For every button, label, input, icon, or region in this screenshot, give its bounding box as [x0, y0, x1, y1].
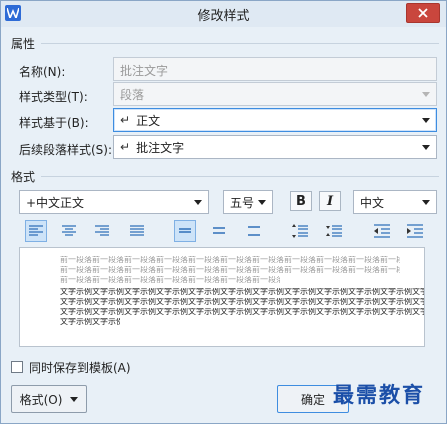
format-menu-button[interactable]: 格式(O) — [11, 385, 87, 413]
format-section-label: 格式 — [11, 170, 36, 184]
close-button[interactable] — [406, 3, 440, 23]
paragraph-spacing-decrease-icon — [326, 225, 342, 237]
preview-sample-text: 文字示例文字示例文字示例文字示例文字示例文字示例文字示例文字示例文字示例文字示例… — [60, 308, 424, 316]
based-on-label: 样式基于(B): — [19, 116, 89, 130]
font-size-value: 五号 — [230, 195, 255, 210]
script-value: 中文 — [360, 195, 385, 210]
paragraph-spacing-increase-icon — [292, 224, 308, 238]
preview-sample-text: 文字示例文字示例文字示例文字示例文字示例文字示例文字示例文字示例文字示例文字示例… — [60, 298, 424, 306]
next-style-label: 后续段落样式(S): — [19, 143, 113, 157]
chevron-down-icon — [258, 200, 266, 205]
save-to-template-checkbox[interactable] — [11, 361, 23, 373]
ok-label: 确定 — [300, 392, 325, 407]
preview-sample-text: 文字示例文字示例文字示例文字示例文字示例文字示例文字示例文字示例文字示例文字示例… — [60, 318, 120, 326]
paragraph-return-icon: ↵ — [120, 140, 131, 154]
align-center-icon — [62, 225, 76, 236]
style-type-label: 样式类型(T): — [19, 90, 88, 104]
single-spacing-button[interactable] — [174, 220, 196, 242]
italic-button[interactable]: I — [319, 191, 341, 211]
chevron-down-icon — [70, 396, 79, 402]
increase-indent-button[interactable] — [404, 220, 426, 242]
preview-previous-paragraph: 前一段落前一段落前一段落前一段落前一段落前一段落前一段落前一段落前一段落前一段落… — [60, 256, 400, 264]
decrease-paragraph-spacing-button[interactable] — [323, 220, 345, 242]
align-center-button[interactable] — [58, 220, 80, 242]
one-half-spacing-button[interactable] — [208, 220, 230, 242]
decrease-indent-icon — [374, 224, 390, 238]
preview-sample-text: 文字示例文字示例文字示例文字示例文字示例文字示例文字示例文字示例文字示例文字示例… — [60, 288, 424, 296]
preview-previous-paragraph: 前一段落前一段落前一段落前一段落前一段落前一段落前一段落前一段落前一段落前一段落… — [60, 276, 280, 284]
properties-divider — [41, 43, 439, 44]
style-preview: 前一段落前一段落前一段落前一段落前一段落前一段落前一段落前一段落前一段落前一段落… — [19, 247, 425, 347]
next-style-value: 批注文字 — [136, 140, 185, 155]
font-value: +中文正文 — [26, 195, 85, 210]
style-type-select[interactable]: 段落 — [113, 82, 437, 106]
based-on-select[interactable]: ↵ 正文 — [113, 108, 437, 132]
modify-style-dialog: 修改样式 属性 名称(N): 批注文字 样式类型(T): 段落 样式基于(B):… — [0, 0, 447, 424]
increase-indent-icon — [407, 224, 423, 238]
name-label: 名称(N): — [19, 65, 66, 79]
increase-paragraph-spacing-button[interactable] — [289, 220, 311, 242]
chevron-down-icon — [422, 200, 430, 205]
save-to-template-label: 同时保存到模板(A) — [29, 361, 131, 375]
chevron-down-icon — [422, 118, 430, 123]
paragraph-return-icon: ↵ — [120, 113, 131, 127]
properties-section-label: 属性 — [11, 37, 36, 51]
decrease-indent-button[interactable] — [371, 220, 393, 242]
align-left-button[interactable] — [25, 220, 47, 242]
single-spacing-icon — [179, 228, 191, 233]
style-type-value: 段落 — [120, 87, 145, 102]
align-right-button[interactable] — [91, 220, 113, 242]
dialog-title: 修改样式 — [197, 9, 250, 24]
title-bar: 修改样式 — [1, 1, 446, 27]
based-on-value: 正文 — [136, 113, 161, 128]
font-select[interactable]: +中文正文 — [19, 190, 209, 214]
format-menu-label: 格式(O) — [19, 392, 63, 407]
chevron-down-icon — [194, 200, 202, 205]
justify-button[interactable] — [126, 220, 148, 242]
chevron-down-icon — [422, 145, 430, 150]
chevron-down-icon — [422, 92, 430, 97]
next-style-select[interactable]: ↵ 批注文字 — [113, 135, 437, 159]
one-half-spacing-icon — [213, 227, 225, 234]
watermark-logo: 最需教育 — [333, 382, 425, 407]
close-icon — [418, 8, 428, 18]
name-field[interactable]: 批注文字 — [113, 57, 437, 81]
script-select[interactable]: 中文 — [353, 190, 437, 214]
justify-icon — [130, 225, 144, 236]
align-left-icon — [29, 225, 43, 236]
align-right-icon — [95, 225, 109, 236]
format-divider — [41, 176, 439, 177]
bold-button[interactable]: B — [290, 191, 312, 211]
preview-previous-paragraph: 前一段落前一段落前一段落前一段落前一段落前一段落前一段落前一段落前一段落前一段落… — [60, 266, 400, 274]
double-spacing-button[interactable] — [243, 220, 265, 242]
double-spacing-icon — [248, 226, 260, 236]
font-size-select[interactable]: 五号 — [223, 190, 273, 214]
